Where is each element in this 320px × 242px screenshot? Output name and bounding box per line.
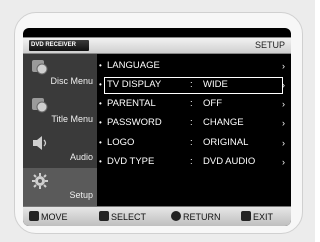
footer-bar: MOVE SELECT RETURN EXIT [23, 206, 291, 226]
row-name: LANGUAGE [107, 60, 160, 71]
chevron-right-icon: › [282, 99, 285, 109]
dpad-icon [29, 211, 39, 221]
menu-row-parental[interactable]: • PARENTAL : OFF › [97, 95, 291, 113]
move-label: MOVE [41, 212, 68, 222]
enter-icon [99, 211, 109, 221]
row-name: LOGO [107, 137, 135, 148]
bullet: • [99, 61, 102, 70]
chevron-right-icon: › [282, 157, 285, 167]
disc-icon [32, 60, 48, 75]
speaker-icon [33, 136, 47, 150]
row-name: DVD TYPE [107, 156, 155, 167]
menu-row-password[interactable]: • PASSWORD : CHANGE › [97, 114, 291, 132]
title-icon [32, 98, 48, 113]
menu-row-logo[interactable]: • LOGO : ORIGINAL › [97, 134, 291, 152]
row-colon: : [190, 117, 193, 128]
bullet: • [99, 80, 102, 89]
row-value: OFF [203, 98, 222, 109]
exit-label: EXIT [253, 212, 274, 222]
menu-row-language[interactable]: • LANGUAGE › [97, 57, 291, 75]
return-icon [171, 211, 181, 221]
row-colon: : [190, 156, 193, 167]
row-value: ORIGINAL [203, 137, 249, 148]
header-bar: DVD RECEIVER SETUP [23, 37, 291, 54]
sidebar-item-label: Title Menu [51, 114, 93, 124]
row-colon: : [190, 79, 193, 90]
bullet: • [99, 99, 102, 108]
sidebar-item-label: Setup [69, 190, 93, 200]
sidebar: Disc Menu Title Menu Audio Setup [23, 54, 97, 206]
row-value: DVD AUDIO [203, 156, 256, 167]
page-title: SETUP [254, 40, 285, 50]
select-hint: SELECT [99, 211, 146, 223]
bullet: • [99, 157, 102, 166]
row-colon: : [190, 98, 193, 109]
chevron-right-icon: › [282, 61, 285, 71]
setup-menu: • LANGUAGE › • TV DISPLAY : WIDE › • PAR… [97, 54, 291, 206]
return-label: RETURN [183, 212, 221, 222]
chevron-right-icon: › [282, 80, 285, 90]
row-name: PARENTAL [107, 98, 156, 109]
row-value: WIDE [203, 79, 228, 90]
exit-hint: EXIT [241, 211, 273, 223]
row-value: CHANGE [203, 117, 244, 128]
row-colon: : [190, 137, 193, 148]
chevron-right-icon: › [282, 138, 285, 148]
sidebar-item-setup[interactable]: Setup [23, 168, 97, 206]
row-name: PASSWORD [107, 117, 162, 128]
sidebar-item-label: Disc Menu [50, 76, 93, 86]
chevron-right-icon: › [282, 118, 285, 128]
select-label: SELECT [111, 212, 147, 222]
sidebar-item-audio[interactable]: Audio [23, 130, 97, 168]
menu-row-tv-display[interactable]: • TV DISPLAY : WIDE › [97, 76, 291, 94]
sidebar-item-disc-menu[interactable]: Disc Menu [23, 54, 97, 92]
return-hint: RETURN [171, 211, 221, 223]
sidebar-item-label: Audio [69, 152, 93, 162]
bullet: • [99, 138, 102, 147]
sidebar-item-title-menu[interactable]: Title Menu [23, 92, 97, 130]
menu-row-dvd-type[interactable]: • DVD TYPE : DVD AUDIO › [97, 153, 291, 171]
row-name: TV DISPLAY [107, 79, 162, 90]
bullet: • [99, 118, 102, 127]
setup-screen: DVD RECEIVER SETUP Disc Menu Title Menu … [23, 28, 291, 226]
exit-icon [241, 211, 251, 221]
gear-icon [32, 173, 48, 189]
move-hint: MOVE [29, 211, 68, 223]
brand-label: DVD RECEIVER [29, 40, 89, 51]
